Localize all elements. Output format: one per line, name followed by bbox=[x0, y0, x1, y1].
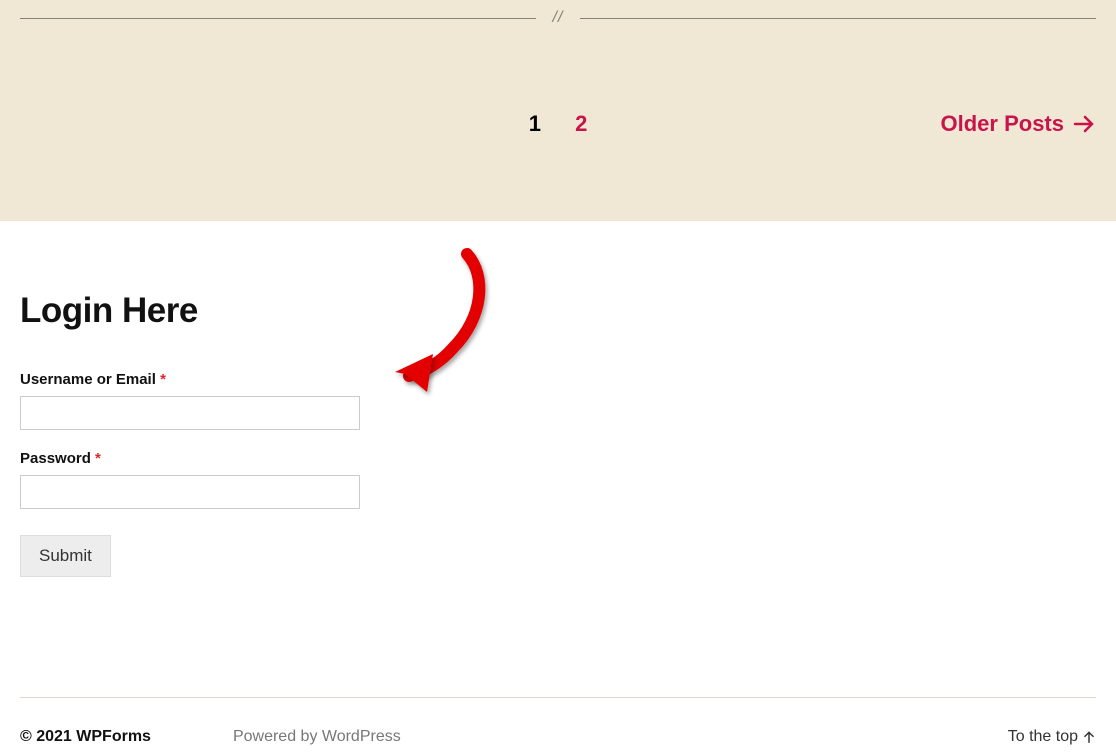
footer-powered-by: Powered by WordPress bbox=[233, 728, 401, 746]
required-mark: * bbox=[160, 371, 166, 388]
main-content: Login Here Username or Email * Password … bbox=[0, 221, 1116, 697]
older-posts-link[interactable]: Older Posts bbox=[941, 111, 1096, 137]
username-label-text: Username or Email bbox=[20, 371, 156, 388]
username-field: Username or Email * bbox=[20, 371, 380, 430]
required-mark: * bbox=[95, 450, 101, 467]
annotation-arrow-icon bbox=[387, 246, 497, 406]
submit-button[interactable]: Submit bbox=[20, 535, 111, 577]
footer-copyright: © 2021 WPForms bbox=[20, 728, 151, 746]
password-input[interactable] bbox=[20, 475, 360, 509]
login-widget: Login Here Username or Email * Password … bbox=[20, 291, 380, 577]
page-numbers: 1 2 bbox=[20, 111, 1096, 137]
password-label: Password * bbox=[20, 450, 380, 467]
arrow-right-icon bbox=[1072, 112, 1096, 136]
username-label: Username or Email * bbox=[20, 371, 380, 388]
divider-slashes-icon: // bbox=[553, 9, 564, 27]
pagination-section: // 1 2 Older Posts bbox=[0, 0, 1116, 221]
divider: // bbox=[20, 0, 1096, 36]
username-input[interactable] bbox=[20, 396, 360, 430]
password-label-text: Password bbox=[20, 450, 91, 467]
to-top-label: To the top bbox=[1008, 728, 1078, 746]
to-top-link[interactable]: To the top bbox=[1008, 728, 1096, 746]
page-link-2[interactable]: 2 bbox=[561, 111, 601, 137]
password-field: Password * bbox=[20, 450, 380, 509]
login-title: Login Here bbox=[20, 291, 380, 331]
footer: © 2021 WPForms Powered by WordPress To t… bbox=[20, 697, 1096, 756]
arrow-up-icon bbox=[1082, 730, 1096, 744]
page-current: 1 bbox=[515, 111, 555, 137]
page-navigation: 1 2 Older Posts bbox=[20, 111, 1096, 141]
older-posts-label: Older Posts bbox=[941, 111, 1064, 137]
